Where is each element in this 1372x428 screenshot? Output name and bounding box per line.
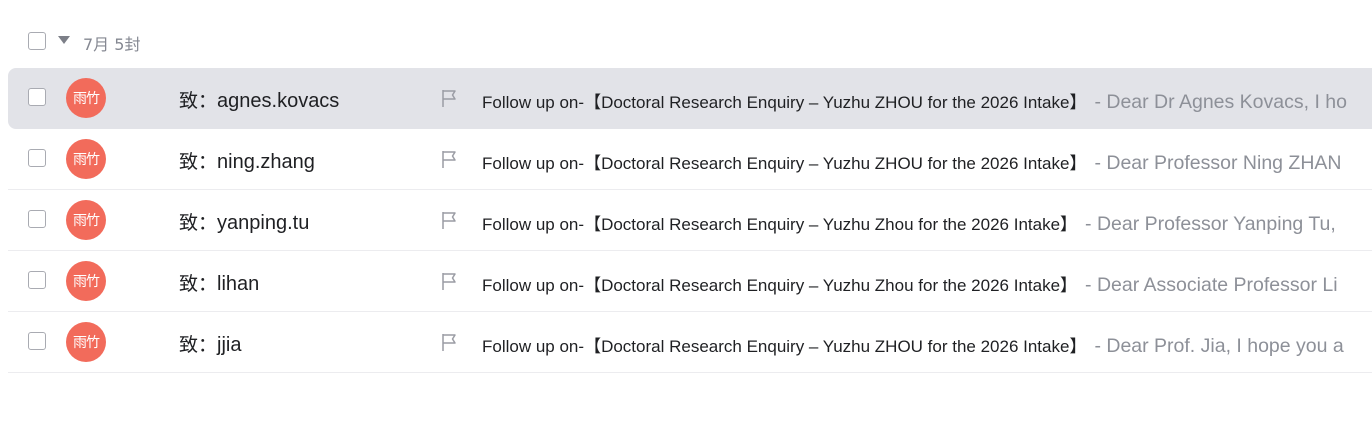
mail-snippet: - Dear Prof. Jia, I hope you a xyxy=(1094,335,1344,357)
avatar: 雨竹 xyxy=(66,200,106,240)
avatar: 雨竹 xyxy=(66,322,106,362)
subject-close-bracket: 】 xyxy=(1069,93,1087,113)
mail-subject: Follow up on-【Doctoral Research Enquiry … xyxy=(482,93,1087,113)
mail-row[interactable]: 雨竹 致：jjia Follow up on-【Doctoral Researc… xyxy=(8,312,1372,373)
mail-select-checkbox[interactable] xyxy=(28,271,46,289)
avatar: 雨竹 xyxy=(66,78,106,118)
subject-title: Doctoral Research Enquiry – Yuzhu Zhou f… xyxy=(601,276,1061,295)
mail-select-checkbox[interactable] xyxy=(28,88,46,106)
to-prefix: 致： xyxy=(179,334,218,356)
recipient: 致：yanping.tu xyxy=(179,208,309,235)
flag-icon[interactable] xyxy=(439,210,459,230)
recipient: 致：ning.zhang xyxy=(179,147,315,174)
recipient: 致：agnes.kovacs xyxy=(179,86,339,113)
recipient-name: agnes.kovacs xyxy=(217,90,340,112)
flag-icon[interactable] xyxy=(439,271,459,291)
subject-open-bracket: 【 xyxy=(584,276,602,296)
subject-title: Doctoral Research Enquiry – Yuzhu Zhou f… xyxy=(601,215,1061,234)
subject-close-bracket: 】 xyxy=(1069,154,1087,174)
mail-select-checkbox[interactable] xyxy=(28,210,46,228)
to-prefix: 致： xyxy=(179,212,218,234)
subject-open-bracket: 【 xyxy=(584,154,602,174)
to-prefix: 致： xyxy=(179,273,218,295)
subject-title: Doctoral Research Enquiry – Yuzhu ZHOU f… xyxy=(601,154,1070,173)
flag-icon[interactable] xyxy=(439,332,459,352)
subject-prefix: Follow up on- xyxy=(482,337,585,356)
to-prefix: 致： xyxy=(179,151,218,173)
subject-line: Follow up on-【Doctoral Research Enquiry … xyxy=(482,332,1344,358)
subject-open-bracket: 【 xyxy=(584,337,602,357)
subject-title: Doctoral Research Enquiry – Yuzhu ZHOU f… xyxy=(601,93,1070,112)
mail-select-checkbox[interactable] xyxy=(28,149,46,167)
mail-row[interactable]: 雨竹 致：ning.zhang Follow up on-【Doctoral R… xyxy=(8,129,1372,190)
recipient: 致：jjia xyxy=(179,330,241,357)
subject-prefix: Follow up on- xyxy=(482,154,585,173)
mail-snippet: - Dear Dr Agnes Kovacs, I ho xyxy=(1094,91,1347,113)
mail-snippet: - Dear Professor Ning ZHAN xyxy=(1094,152,1342,174)
group-select-checkbox[interactable] xyxy=(28,32,46,50)
mail-row[interactable]: 雨竹 致：yanping.tu Follow up on-【Doctoral R… xyxy=(8,190,1372,251)
subject-line: Follow up on-【Doctoral Research Enquiry … xyxy=(482,88,1347,114)
subject-prefix: Follow up on- xyxy=(482,215,585,234)
subject-prefix: Follow up on- xyxy=(482,276,585,295)
subject-open-bracket: 【 xyxy=(584,93,602,113)
recipient-name: jjia xyxy=(217,334,242,356)
avatar: 雨竹 xyxy=(66,261,106,301)
avatar: 雨竹 xyxy=(66,139,106,179)
recipient-name: ning.zhang xyxy=(217,151,315,173)
mail-snippet: - Dear Associate Professor Li xyxy=(1085,274,1338,296)
subject-line: Follow up on-【Doctoral Research Enquiry … xyxy=(482,271,1338,297)
mail-row[interactable]: 雨竹 致：agnes.kovacs Follow up on-【Doctoral… xyxy=(8,68,1372,129)
mail-row[interactable]: 雨竹 致：lihan Follow up on-【Doctoral Resear… xyxy=(8,251,1372,312)
mail-subject: Follow up on-【Doctoral Research Enquiry … xyxy=(482,337,1087,357)
caret-down-icon[interactable] xyxy=(58,36,70,44)
subject-close-bracket: 】 xyxy=(1060,215,1078,235)
group-label: 7月 5封 xyxy=(83,35,141,54)
subject-prefix: Follow up on- xyxy=(482,93,585,112)
mail-list: 雨竹 致：agnes.kovacs Follow up on-【Doctoral… xyxy=(8,68,1372,373)
subject-open-bracket: 【 xyxy=(584,215,602,235)
subject-line: Follow up on-【Doctoral Research Enquiry … xyxy=(482,210,1336,236)
month-group-header: 7月 5封 xyxy=(0,24,1372,58)
mail-snippet: - Dear Professor Yanping Tu, xyxy=(1085,213,1336,235)
flag-icon[interactable] xyxy=(439,149,459,169)
subject-line: Follow up on-【Doctoral Research Enquiry … xyxy=(482,149,1342,175)
mail-subject: Follow up on-【Doctoral Research Enquiry … xyxy=(482,215,1078,235)
recipient: 致：lihan xyxy=(179,269,259,296)
mail-select-checkbox[interactable] xyxy=(28,332,46,350)
to-prefix: 致： xyxy=(179,90,218,112)
subject-title: Doctoral Research Enquiry – Yuzhu ZHOU f… xyxy=(601,337,1070,356)
mail-subject: Follow up on-【Doctoral Research Enquiry … xyxy=(482,276,1078,296)
recipient-name: yanping.tu xyxy=(217,212,310,234)
subject-close-bracket: 】 xyxy=(1069,337,1087,357)
subject-close-bracket: 】 xyxy=(1060,276,1078,296)
flag-icon[interactable] xyxy=(439,88,459,108)
recipient-name: lihan xyxy=(217,273,260,295)
mail-subject: Follow up on-【Doctoral Research Enquiry … xyxy=(482,154,1087,174)
